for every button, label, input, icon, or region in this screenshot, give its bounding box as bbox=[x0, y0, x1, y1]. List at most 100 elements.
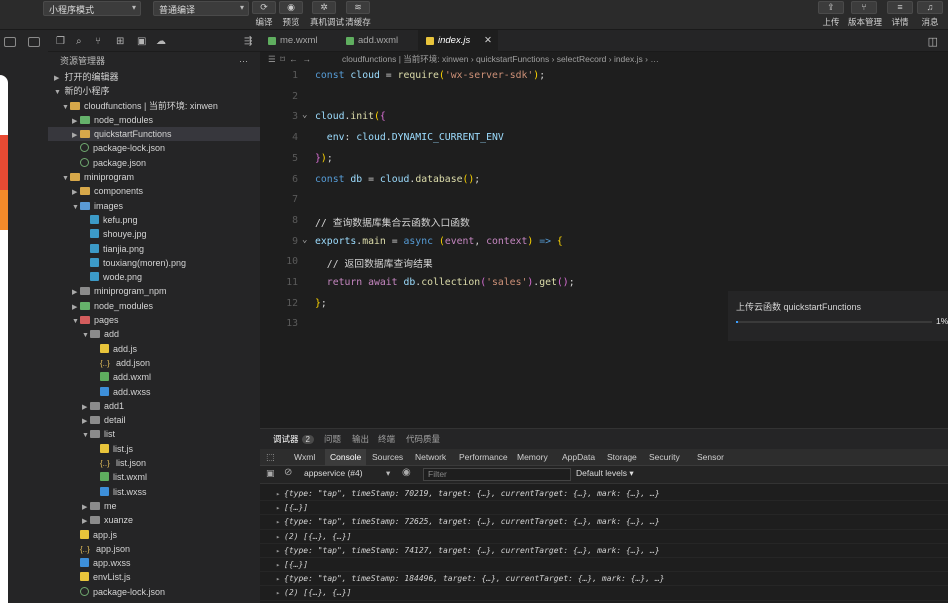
eye-icon[interactable]: ◉ bbox=[402, 467, 411, 478]
tree-folder[interactable]: ▶ components bbox=[48, 184, 260, 198]
tree-file[interactable]: package-lock.json bbox=[48, 585, 260, 599]
expand-arrow-icon[interactable]: ▸ bbox=[276, 530, 280, 544]
files-icon[interactable]: ❐ bbox=[56, 36, 65, 47]
more-icon[interactable]: ··· bbox=[239, 52, 248, 70]
tab-output[interactable]: 输出 bbox=[352, 433, 369, 445]
breadcrumb-path[interactable]: cloudfunctions | 当前环境: xinwen › quicksta… bbox=[342, 52, 659, 66]
tree-file[interactable]: add.wxml bbox=[48, 370, 260, 384]
tree-file[interactable]: list.wxml bbox=[48, 470, 260, 484]
messages-button[interactable]: ♫ 消息 bbox=[914, 0, 946, 28]
expand-arrow-icon[interactable]: ▸ bbox=[276, 572, 280, 586]
tree-folder[interactable]: ▼ miniprogram bbox=[48, 170, 260, 184]
console-line[interactable]: ▸ [{…}] bbox=[260, 501, 948, 516]
tree-folder[interactable]: ▶ detail bbox=[48, 413, 260, 427]
log-levels-select[interactable]: Default levels ▾ bbox=[576, 468, 634, 479]
tree-file[interactable]: add.wxss bbox=[48, 385, 260, 399]
console-line[interactable]: ▸ {type: "tap", timeStamp: 184496, target… bbox=[260, 572, 948, 587]
tab-add-wxml[interactable]: add.wxml bbox=[338, 30, 420, 52]
tab-performance[interactable]: Performance bbox=[459, 452, 508, 462]
split-editor-icon[interactable]: ◫ bbox=[928, 35, 938, 48]
tree-folder[interactable]: ▼ add bbox=[48, 327, 260, 341]
tree-folder[interactable]: ▼ images bbox=[48, 199, 260, 213]
expand-arrow-icon[interactable]: ▸ bbox=[276, 558, 280, 572]
tree-folder[interactable]: ▶ node_modules bbox=[48, 113, 260, 127]
tree-file[interactable]: add.js bbox=[48, 342, 260, 356]
details-button[interactable]: ≡ 详情 bbox=[884, 0, 916, 28]
tab-debugger[interactable]: 调试器 2 bbox=[273, 433, 314, 445]
source-control-icon[interactable]: ⑂ bbox=[95, 36, 101, 47]
expand-arrow-icon[interactable]: ▸ bbox=[276, 586, 280, 600]
context-select[interactable]: appservice (#4) ▾ bbox=[304, 468, 394, 481]
simulator-preview[interactable] bbox=[0, 75, 8, 603]
tree-folder[interactable]: ▶ add1 bbox=[48, 399, 260, 413]
open-editors-section[interactable]: ▶ 打开的编辑器 bbox=[48, 70, 260, 84]
console-line[interactable]: ▸ (2) [{…}, {…}] bbox=[260, 586, 948, 601]
close-icon[interactable]: ✕ bbox=[484, 30, 492, 52]
version-button[interactable]: ⑂ 版本管理 bbox=[848, 0, 882, 28]
tree-file[interactable]: envList.js bbox=[48, 570, 260, 584]
tree-folder[interactable]: ▼ cloudfunctions | 当前环境: xinwen bbox=[48, 99, 260, 113]
tree-folder[interactable]: ▼ pages bbox=[48, 313, 260, 327]
clear-console-icon[interactable]: ⊘ bbox=[284, 467, 292, 478]
tab-network[interactable]: Network bbox=[415, 452, 446, 462]
upload-button[interactable]: ⇪ 上传 bbox=[815, 0, 847, 28]
tab-memory[interactable]: Memory bbox=[517, 452, 548, 462]
project-section[interactable]: ▼ 新的小程序 bbox=[48, 84, 260, 98]
expand-arrow-icon[interactable]: ▸ bbox=[276, 501, 280, 515]
code-editor[interactable]: 1 const cloud = require('wx-server-sdk')… bbox=[260, 66, 728, 428]
tab-console[interactable]: Console bbox=[325, 449, 367, 466]
tab-index-js[interactable]: index.js ✕ bbox=[418, 30, 498, 52]
console-line[interactable]: ▸ [{…}] bbox=[260, 558, 948, 573]
fold-icon[interactable]: ⌄ bbox=[302, 110, 307, 120]
tree-folder[interactable]: ▶ node_modules bbox=[48, 299, 260, 313]
nav-arrows[interactable]: ☰ ⌑ ← → bbox=[268, 52, 311, 66]
fold-icon[interactable]: ⌄ bbox=[302, 235, 307, 245]
tab-terminal[interactable]: 终端 bbox=[378, 433, 395, 445]
tree-file[interactable]: {..} app.json bbox=[48, 542, 260, 556]
tab-storage[interactable]: Storage bbox=[607, 452, 637, 462]
tree-file[interactable]: touxiang(moren).png bbox=[48, 256, 260, 270]
console-line[interactable]: ▸ {type: "tap", timeStamp: 74127, target:… bbox=[260, 544, 948, 558]
console-line[interactable]: ▸ (2) [{…}, {…}] bbox=[260, 530, 948, 544]
tab-me-wxml[interactable]: me.wxml bbox=[260, 30, 336, 52]
tree-folder[interactable]: ▶ miniprogram_npm bbox=[48, 284, 260, 298]
tree-file[interactable]: tianjia.png bbox=[48, 242, 260, 256]
tab-sensor[interactable]: Sensor bbox=[697, 452, 724, 462]
window-icon[interactable] bbox=[28, 37, 40, 47]
extensions-icon[interactable]: ⊞ bbox=[116, 36, 124, 47]
inspect-icon[interactable]: ⬚ bbox=[266, 452, 275, 463]
sidebar-toggle-icon[interactable]: ▣ bbox=[266, 468, 275, 479]
tree-file[interactable]: list.js bbox=[48, 442, 260, 456]
debug-icon[interactable]: ▣ bbox=[137, 36, 146, 47]
tree-folder[interactable]: ▶ xuanze bbox=[48, 513, 260, 527]
tree-file[interactable]: package-lock.json bbox=[48, 141, 260, 155]
console-line[interactable]: ▸ {type: "tap", timeStamp: 72625, target:… bbox=[260, 515, 948, 530]
search-icon[interactable]: ⌕ bbox=[76, 36, 82, 47]
compile-button[interactable]: ⟳ 编译 bbox=[250, 0, 278, 30]
tree-folder[interactable]: ▼ list bbox=[48, 427, 260, 441]
tab-security[interactable]: Security bbox=[649, 452, 680, 462]
tree-file[interactable]: {..} add.json bbox=[48, 356, 260, 370]
expand-arrow-icon[interactable]: ▸ bbox=[276, 487, 280, 501]
tab-problems[interactable]: 问题 bbox=[324, 433, 341, 445]
tree-folder[interactable]: ▶ quickstartFunctions bbox=[48, 127, 260, 142]
remote-debug-button[interactable]: ✲ 真机调试 bbox=[310, 0, 344, 30]
preview-button[interactable]: ◉ 预览 bbox=[277, 0, 305, 30]
compile-select[interactable]: 普通编译 ▾ bbox=[153, 1, 249, 16]
split-icon[interactable]: ⇶ bbox=[244, 36, 252, 47]
expand-arrow-icon[interactable]: ▸ bbox=[276, 515, 280, 529]
tree-file[interactable]: shouye.jpg bbox=[48, 227, 260, 241]
tab-wxml[interactable]: Wxml bbox=[294, 452, 315, 462]
tree-file[interactable]: list.wxss bbox=[48, 485, 260, 499]
tree-file[interactable]: app.js bbox=[48, 528, 260, 542]
clear-cache-button[interactable]: ≋ 清缓存 bbox=[344, 0, 372, 30]
tab-code-quality[interactable]: 代码质量 bbox=[406, 433, 440, 445]
console-line[interactable]: ▸ {type: "tap", timeStamp: 70219, target:… bbox=[260, 487, 948, 502]
expand-arrow-icon[interactable]: ▸ bbox=[276, 544, 280, 558]
tree-folder[interactable]: ▶ me bbox=[48, 499, 260, 513]
tree-file[interactable]: wode.png bbox=[48, 270, 260, 284]
phone-icon[interactable] bbox=[4, 37, 16, 47]
mode-select[interactable]: 小程序模式 ▾ bbox=[43, 1, 141, 16]
tree-file[interactable]: {..} list.json bbox=[48, 456, 260, 470]
cloud-icon[interactable]: ☁ bbox=[156, 36, 166, 47]
